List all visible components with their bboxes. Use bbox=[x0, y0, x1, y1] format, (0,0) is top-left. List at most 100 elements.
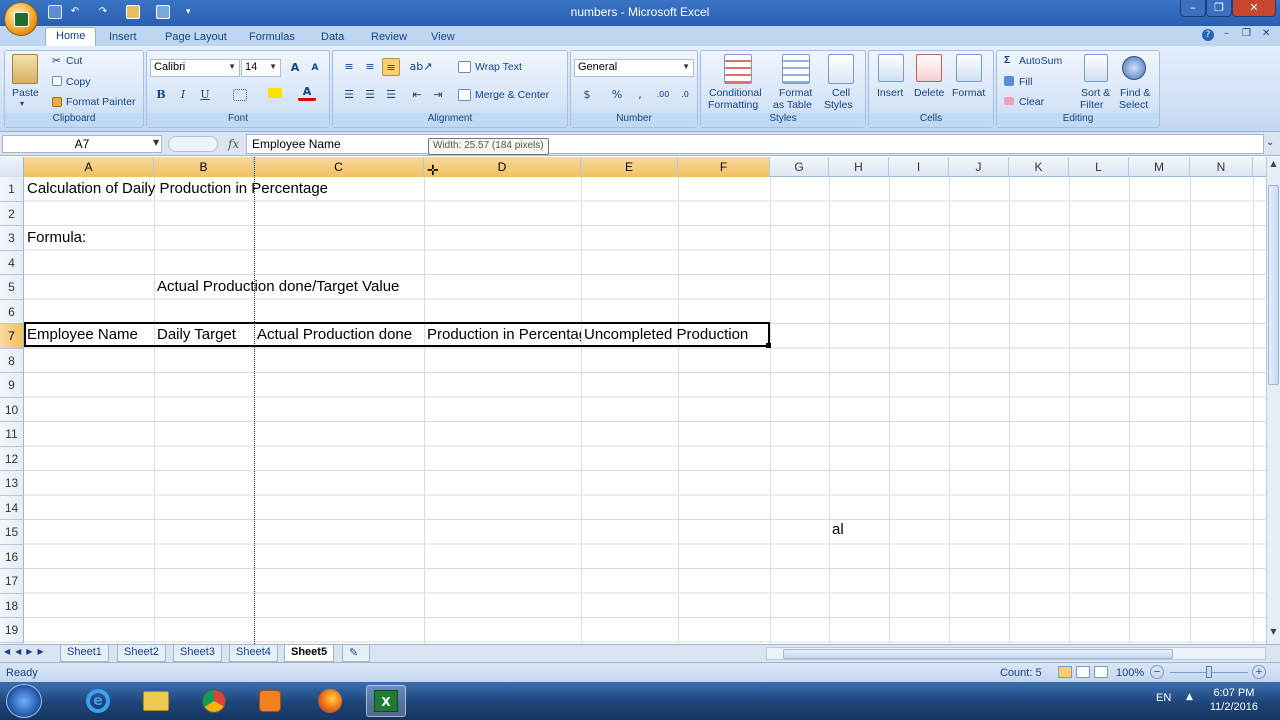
zoom-slider-thumb[interactable] bbox=[1206, 666, 1212, 678]
file-explorer-icon[interactable] bbox=[136, 685, 176, 717]
minimize-button[interactable]: – bbox=[1180, 0, 1206, 17]
column-header-a[interactable]: A bbox=[24, 157, 154, 177]
firefox-icon[interactable] bbox=[310, 685, 350, 717]
merge-center-button[interactable]: Merge & Center bbox=[475, 89, 549, 101]
row-header-4[interactable]: 4 bbox=[0, 250, 24, 275]
sort-filter-label-2[interactable]: Filter bbox=[1080, 99, 1103, 111]
column-header-j[interactable]: J bbox=[949, 157, 1009, 177]
ribbon-minimize-icon[interactable]: – bbox=[1224, 28, 1229, 39]
row-header-15[interactable]: 15 bbox=[0, 520, 24, 545]
row-header-19[interactable]: 19 bbox=[0, 618, 24, 643]
select-all-button[interactable] bbox=[0, 157, 24, 177]
format-button[interactable]: Format bbox=[952, 87, 985, 99]
redo-icon[interactable]: ↷ bbox=[96, 5, 110, 19]
system-clock[interactable]: 6:07 PM 11/2/2016 bbox=[1210, 686, 1258, 714]
column-header-e[interactable]: E bbox=[581, 157, 678, 177]
borders-icon[interactable] bbox=[233, 89, 247, 101]
horizontal-scroll-thumb[interactable] bbox=[783, 649, 1173, 659]
zoom-level[interactable]: 100% bbox=[1116, 667, 1144, 679]
paste-icon[interactable] bbox=[12, 54, 38, 84]
format-painter-button[interactable]: Format Painter bbox=[66, 96, 135, 108]
quick-print-icon[interactable] bbox=[126, 5, 140, 19]
grow-font-icon[interactable]: A bbox=[286, 59, 304, 77]
media-player-icon[interactable] bbox=[250, 685, 290, 717]
sheet-nav-arrows-icon[interactable]: ◀◀▶▶ bbox=[4, 647, 49, 656]
bold-icon[interactable]: B bbox=[152, 86, 170, 104]
align-middle-icon[interactable]: ≡ bbox=[361, 58, 379, 76]
scroll-up-icon[interactable]: ▲ bbox=[1268, 159, 1279, 171]
row-header-13[interactable]: 13 bbox=[0, 471, 24, 496]
find-select-label-1[interactable]: Find & bbox=[1120, 87, 1150, 99]
italic-icon[interactable]: I bbox=[174, 86, 192, 104]
row-header-8[interactable]: 8 bbox=[0, 348, 24, 373]
help-icon[interactable]: ? bbox=[1202, 29, 1214, 41]
format-as-table-label-2[interactable]: as Table bbox=[773, 99, 812, 111]
font-name-combo[interactable]: Calibri ▼ bbox=[150, 59, 240, 77]
conditional-formatting-label-1[interactable]: Conditional bbox=[709, 87, 762, 99]
row-header-7[interactable]: 7 bbox=[0, 324, 24, 349]
row-header-17[interactable]: 17 bbox=[0, 569, 24, 594]
tab-review[interactable]: Review bbox=[371, 29, 407, 47]
insert-button[interactable]: Insert bbox=[877, 87, 903, 99]
format-as-table-label-1[interactable]: Format bbox=[779, 87, 812, 99]
column-header-f[interactable]: F bbox=[678, 157, 770, 177]
sheet-tab-4[interactable]: Sheet4 bbox=[229, 645, 278, 662]
cell-styles-label-1[interactable]: Cell bbox=[832, 87, 850, 99]
row-header-6[interactable]: 6 bbox=[0, 299, 24, 324]
increase-decimal-icon[interactable]: .00 bbox=[654, 86, 672, 104]
start-button[interactable] bbox=[6, 684, 42, 718]
decrease-indent-icon[interactable]: ⇤ bbox=[408, 86, 426, 104]
insert-function-icon[interactable]: fx bbox=[228, 137, 239, 151]
column-header-h[interactable]: H bbox=[829, 157, 889, 177]
sheet-tab-2[interactable]: Sheet2 bbox=[117, 645, 166, 662]
percent-icon[interactable]: % bbox=[608, 86, 626, 104]
undo-icon[interactable]: ↶ bbox=[68, 5, 82, 19]
cell-h15[interactable]: al bbox=[829, 518, 889, 542]
page-layout-view-icon[interactable] bbox=[1076, 666, 1090, 678]
page-break-view-icon[interactable] bbox=[1094, 666, 1108, 678]
vertical-scrollbar[interactable]: ▲ ▼ bbox=[1266, 157, 1280, 644]
cell-styles-label-2[interactable]: Styles bbox=[824, 99, 853, 111]
sheet-tab-5[interactable]: Sheet5 bbox=[284, 645, 335, 662]
currency-icon[interactable]: $ bbox=[578, 86, 596, 104]
internet-explorer-icon[interactable]: e bbox=[78, 685, 118, 717]
cell-a1[interactable]: Calculation of Daily Production in Perce… bbox=[24, 177, 424, 201]
autosum-button[interactable]: AutoSum bbox=[1019, 55, 1062, 67]
name-box[interactable]: A7 bbox=[2, 135, 162, 153]
cell-b5[interactable]: Actual Production done/Target Value bbox=[154, 275, 424, 299]
tab-formulas[interactable]: Formulas bbox=[249, 29, 295, 47]
orientation-icon[interactable]: ab↗ bbox=[408, 58, 434, 76]
customize-qat-icon[interactable]: ▾ bbox=[186, 5, 200, 19]
column-header-g[interactable]: G bbox=[770, 157, 829, 177]
normal-view-icon[interactable] bbox=[1058, 666, 1072, 678]
chrome-icon[interactable] bbox=[194, 685, 234, 717]
cell-a3[interactable]: Formula: bbox=[24, 226, 154, 250]
zoom-out-icon[interactable]: − bbox=[1150, 665, 1164, 679]
fill-color-icon[interactable] bbox=[268, 88, 282, 98]
column-header-b[interactable]: B bbox=[154, 157, 254, 177]
tab-home[interactable]: Home bbox=[45, 27, 97, 47]
underline-icon[interactable]: U bbox=[196, 86, 214, 104]
align-right-icon[interactable]: ☰ bbox=[382, 86, 400, 104]
zoom-in-icon[interactable]: + bbox=[1252, 665, 1266, 679]
row-header-9[interactable]: 9 bbox=[0, 373, 24, 398]
fill-button[interactable]: Fill bbox=[1019, 76, 1032, 88]
decrease-decimal-icon[interactable]: .0 bbox=[676, 86, 694, 104]
column-header-i[interactable]: I bbox=[889, 157, 949, 177]
cut-button[interactable]: Cut bbox=[66, 55, 82, 67]
excel-taskbar-icon[interactable]: X bbox=[366, 685, 406, 717]
ribbon-restore-icon[interactable]: ❐ bbox=[1242, 28, 1251, 39]
paste-dropdown-icon[interactable]: ▾ bbox=[20, 99, 24, 108]
column-header-k[interactable]: K bbox=[1009, 157, 1069, 177]
sheet-tab-3[interactable]: Sheet3 bbox=[173, 645, 222, 662]
comma-icon[interactable]: , bbox=[631, 86, 649, 104]
row-header-10[interactable]: 10 bbox=[0, 397, 24, 422]
tray-expand-icon[interactable]: ▲ bbox=[1186, 692, 1193, 702]
save-icon[interactable] bbox=[48, 5, 62, 19]
column-header-m[interactable]: M bbox=[1129, 157, 1190, 177]
align-left-icon[interactable]: ☰ bbox=[340, 86, 358, 104]
fill-handle[interactable] bbox=[766, 343, 771, 348]
vertical-scroll-thumb[interactable] bbox=[1268, 185, 1279, 385]
scroll-down-icon[interactable]: ▼ bbox=[1268, 627, 1279, 639]
row-header-1[interactable]: 1 bbox=[0, 177, 24, 202]
